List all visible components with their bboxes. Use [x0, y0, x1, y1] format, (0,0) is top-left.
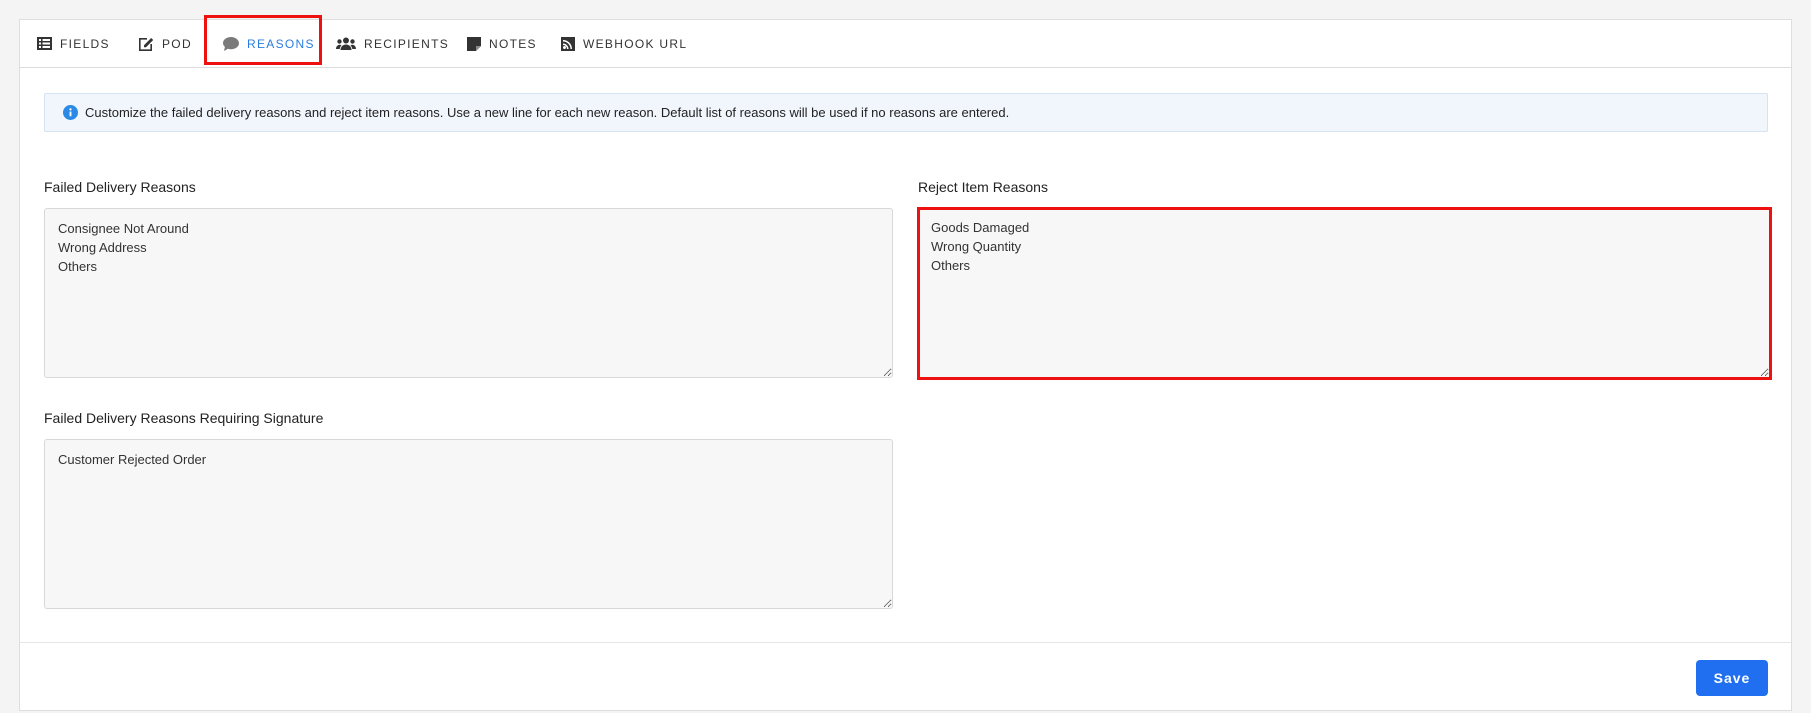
tab-fields[interactable]: FIELDS: [37, 20, 110, 67]
users-icon: [336, 37, 356, 50]
info-text: Customize the failed delivery reasons an…: [85, 105, 1010, 120]
tab-label: POD: [162, 36, 192, 51]
tab-notes[interactable]: NOTES: [467, 20, 537, 67]
save-button[interactable]: Save: [1696, 660, 1768, 696]
tab-reasons[interactable]: REASONS: [223, 20, 315, 67]
tab-label: REASONS: [247, 36, 315, 51]
comment-icon: [223, 36, 239, 51]
failed-delivery-label: Failed Delivery Reasons: [44, 179, 196, 195]
failed-delivery-textarea[interactable]: [44, 208, 893, 378]
reject-item-textarea[interactable]: [917, 207, 1772, 380]
tab-webhook-url[interactable]: WEBHOOK URL: [561, 20, 687, 67]
list-icon: [37, 37, 52, 50]
tab-pod[interactable]: POD: [138, 20, 192, 67]
edit-icon: [139, 38, 154, 51]
tab-label: NOTES: [489, 36, 537, 51]
tab-label: WEBHOOK URL: [583, 36, 688, 51]
footer-divider: [20, 642, 1791, 643]
info-icon: [63, 105, 78, 120]
sticky-note-icon: [467, 36, 481, 51]
failed-signature-textarea[interactable]: [44, 439, 893, 609]
info-banner: Customize the failed delivery reasons an…: [44, 93, 1768, 132]
tab-bar: FIELDS POD REASONS RECIPIENTS NOTES WEBH…: [20, 15, 1791, 68]
rss-icon: [561, 36, 575, 51]
tab-label: RECIPIENTS: [364, 36, 450, 51]
tab-label: FIELDS: [60, 36, 110, 51]
reject-item-label: Reject Item Reasons: [918, 179, 1048, 195]
settings-card: FIELDS POD REASONS RECIPIENTS NOTES WEBH…: [19, 15, 1792, 711]
failed-signature-label: Failed Delivery Reasons Requiring Signat…: [44, 410, 324, 426]
tab-recipients[interactable]: RECIPIENTS: [336, 20, 449, 67]
